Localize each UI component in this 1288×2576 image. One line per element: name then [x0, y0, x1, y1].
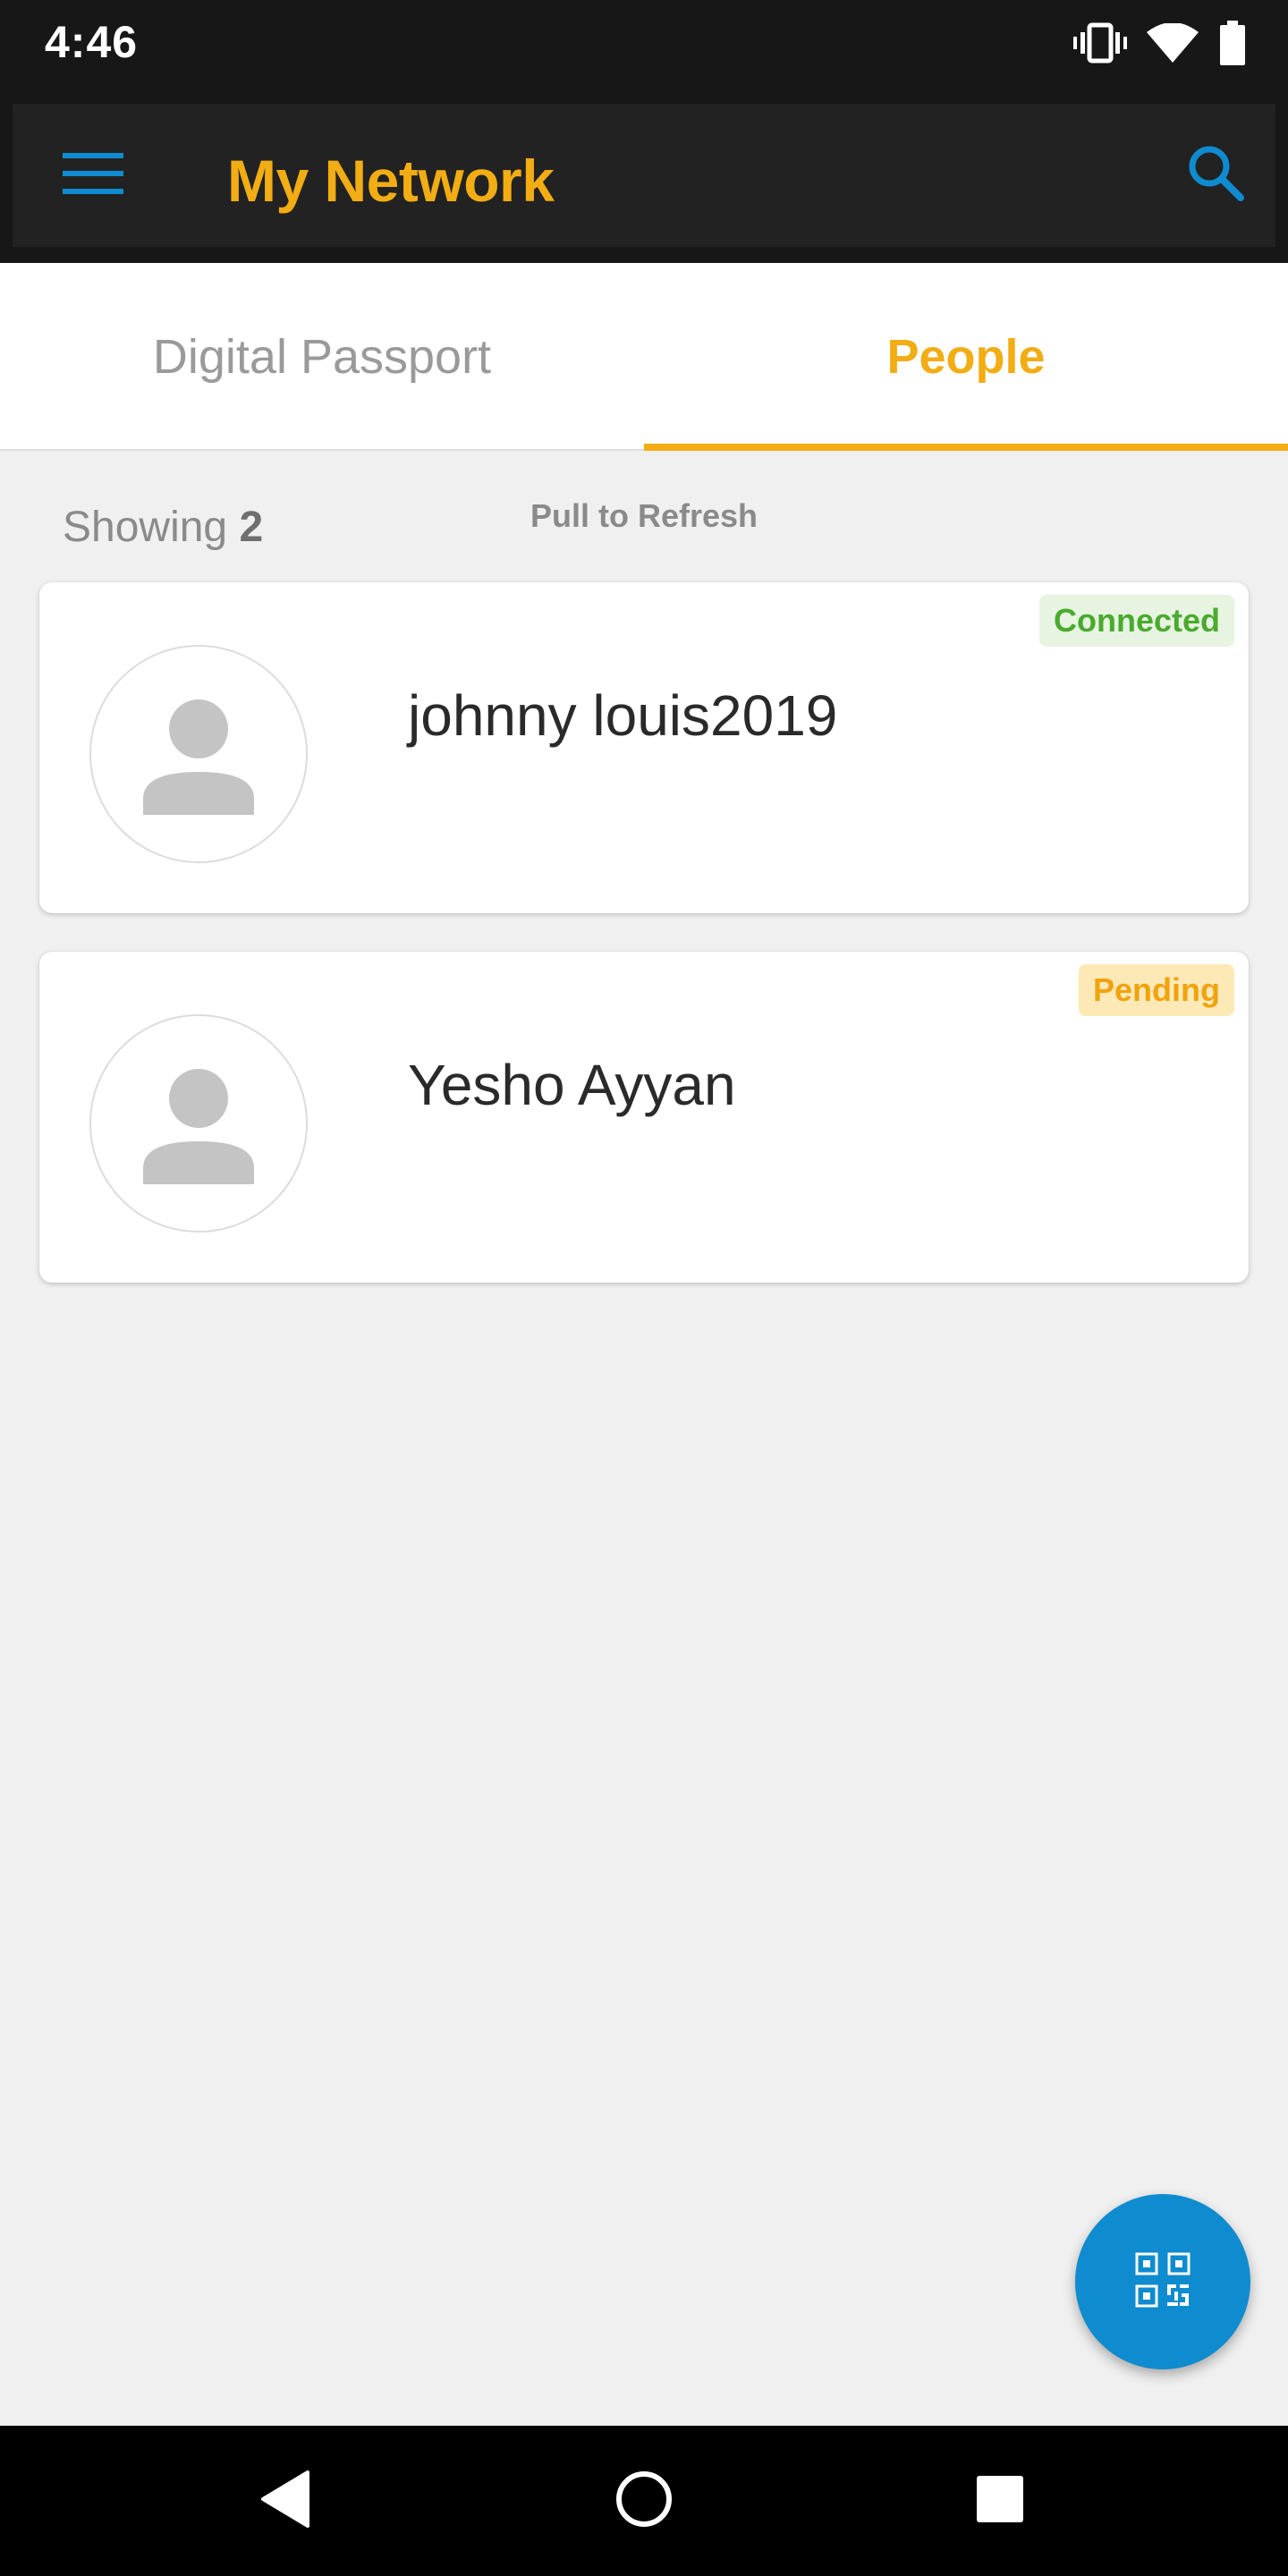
home-button[interactable]: [599, 2456, 689, 2546]
person-name: johnny louis2019: [408, 683, 838, 748]
tab-bar: Digital Passport People: [0, 263, 1288, 451]
tab-label: People: [886, 330, 1046, 384]
back-icon: [259, 2470, 309, 2532]
pull-to-refresh-hint: Pull to Refresh: [530, 497, 758, 534]
search-button[interactable]: [1175, 134, 1256, 215]
status-icons: [1073, 20, 1247, 70]
back-button[interactable]: [240, 2456, 329, 2546]
menu-button[interactable]: [55, 138, 131, 213]
home-icon: [614, 2470, 674, 2533]
qr-code-icon: [1135, 2252, 1191, 2312]
battery-icon: [1218, 20, 1247, 70]
person-placeholder-icon: [143, 1069, 254, 1184]
recents-button[interactable]: [955, 2456, 1045, 2546]
person-card[interactable]: Yesho Ayyan Pending: [39, 952, 1249, 1283]
tab-indicator: [644, 444, 1288, 451]
person-card[interactable]: johnny louis2019 Connected: [39, 582, 1249, 913]
wifi-icon: [1147, 21, 1199, 67]
tab-digital-passport[interactable]: Digital Passport: [0, 263, 644, 451]
person-name: Yesho Ayyan: [408, 1053, 736, 1117]
page-title: My Network: [227, 148, 555, 214]
status-bar: 4:46: [0, 0, 1288, 88]
status-badge: Pending: [1079, 964, 1234, 1016]
system-nav-bar: [0, 2426, 1288, 2576]
avatar: [89, 1014, 308, 1233]
vibrate-icon: [1073, 21, 1127, 69]
recents-icon: [975, 2474, 1025, 2529]
status-badge: Connected: [1038, 595, 1234, 647]
person-placeholder-icon: [143, 699, 254, 815]
app-bar: My Network: [13, 104, 1275, 247]
status-time: 4:46: [45, 17, 139, 67]
avatar: [89, 645, 308, 863]
hamburger-menu-icon: [63, 151, 123, 200]
scan-qr-button[interactable]: [1075, 2194, 1250, 2369]
search-icon: [1187, 144, 1244, 206]
app-bar-container: My Network: [0, 88, 1288, 263]
tab-people[interactable]: People: [644, 263, 1288, 451]
tab-label: Digital Passport: [152, 330, 492, 384]
